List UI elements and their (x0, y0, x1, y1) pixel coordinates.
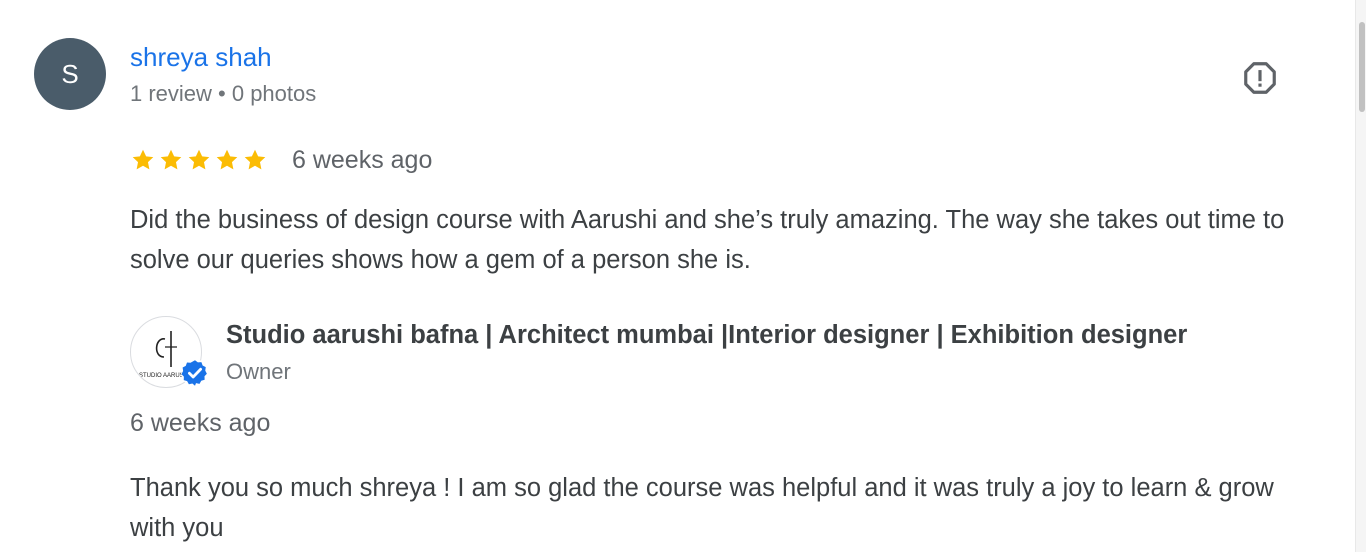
verified-badge-icon (180, 358, 210, 388)
review-card: S shreya shah 1 review • 0 photos 6 week… (0, 0, 1366, 552)
avatar-initial: S (61, 58, 79, 89)
star-icon (132, 149, 154, 170)
reviewer-name-link[interactable]: shreya shah (130, 40, 272, 74)
review-date: 6 weeks ago (292, 145, 433, 174)
review-text: Did the business of design course with A… (130, 206, 1285, 274)
scrollbar[interactable] (1355, 0, 1366, 552)
star-icon (216, 149, 238, 170)
rating-row: 6 weeks ago (130, 144, 432, 176)
star-icon (160, 149, 182, 170)
reviewer-avatar[interactable]: S (34, 38, 106, 110)
reply-text: Thank you so much shreya ! I am so glad … (130, 474, 1274, 542)
report-review-button[interactable] (1238, 56, 1282, 100)
report-flag-icon (1244, 62, 1276, 94)
scrollbar-thumb[interactable] (1359, 22, 1365, 112)
owner-role: Owner (226, 359, 291, 384)
star-icon (188, 149, 210, 170)
star-icon (244, 149, 266, 170)
star-rating (130, 147, 268, 173)
owner-name: Studio aarushi bafna | Architect mumbai … (226, 321, 1188, 349)
reply-date: 6 weeks ago (130, 409, 271, 437)
reviewer-meta: 1 review • 0 photos (130, 81, 317, 106)
